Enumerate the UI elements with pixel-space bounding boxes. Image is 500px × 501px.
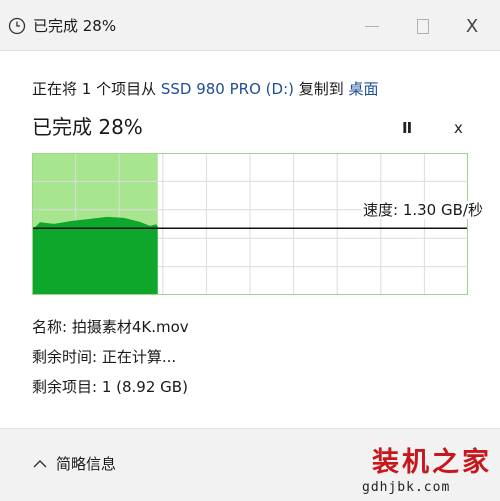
time-remaining: 剩余时间: 正在计算... — [32, 348, 176, 366]
source-link[interactable]: SSD 980 PRO (D:) — [161, 80, 294, 98]
file-name: 名称: 拍摄素材4K.mov — [32, 318, 189, 336]
items-remaining-label: 剩余项目: — [32, 378, 102, 396]
speed-graph-canvas — [32, 153, 468, 295]
minimize-icon — [365, 25, 379, 27]
less-info-button[interactable]: 简略信息 — [32, 455, 116, 473]
clock-icon — [8, 17, 26, 35]
cancel-button[interactable]: x — [454, 119, 463, 137]
file-name-value: 拍摄素材4K.mov — [71, 318, 189, 336]
items-remaining: 剩余项目: 1 (8.92 GB) — [32, 378, 188, 396]
copy-middle: 复制到 — [293, 80, 349, 98]
speed-label: 速度: 1.30 GB/秒 — [361, 201, 485, 219]
pause-icon: II — [402, 119, 412, 137]
close-icon: X — [465, 15, 479, 37]
watermark-url: gdhjbk.com — [362, 480, 451, 495]
items-remaining-value: 1 (8.92 GB) — [101, 378, 188, 396]
pause-button[interactable]: II — [402, 119, 412, 137]
destination-link[interactable]: 桌面 — [349, 80, 379, 98]
minimize-button[interactable] — [357, 12, 387, 40]
window-title: 已完成 28% — [33, 17, 117, 35]
copy-description: 正在将 1 个项目从 SSD 980 PRO (D:) 复制到 桌面 — [32, 80, 379, 98]
progress-title: 已完成 28% — [32, 115, 143, 139]
speed-graph — [32, 153, 468, 295]
maximize-button[interactable] — [408, 12, 438, 40]
chevron-up-icon — [33, 460, 47, 468]
less-info-label: 简略信息 — [56, 455, 117, 473]
maximize-icon — [417, 18, 429, 34]
time-remaining-value: 正在计算... — [101, 348, 177, 366]
title-bar: 已完成 28% X — [0, 0, 500, 51]
copy-prefix: 正在将 1 个项目从 — [32, 80, 161, 98]
cancel-icon: x — [454, 119, 463, 137]
file-name-label: 名称: — [32, 318, 72, 336]
time-remaining-label: 剩余时间: — [32, 348, 102, 366]
close-button[interactable]: X — [457, 12, 487, 40]
watermark-text: 装机之家 — [372, 447, 492, 478]
